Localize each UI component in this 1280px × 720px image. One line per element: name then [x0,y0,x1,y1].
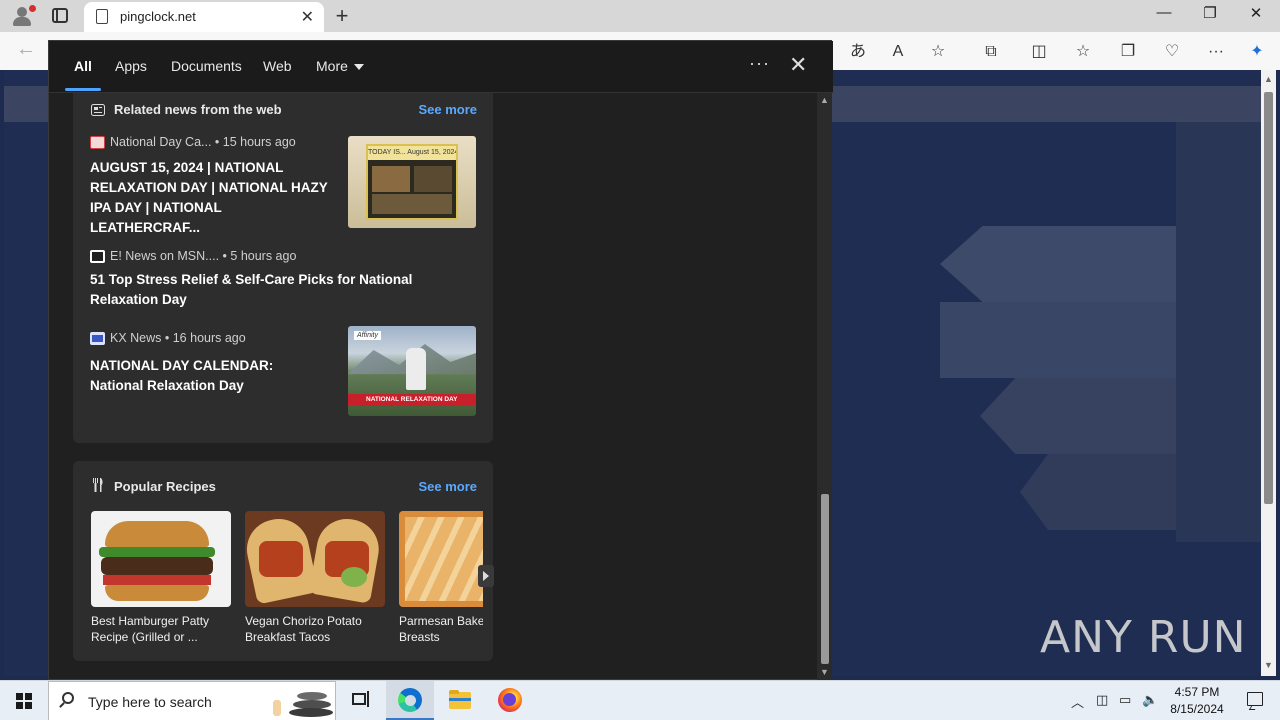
thumbnail-banner: NATIONAL RELAXATION DAY [348,394,476,406]
anyrun-watermark: ANY RUN [1040,612,1247,663]
search-flyout: All Apps Documents Web More ··· ✕ Relate… [48,40,833,680]
system-clock[interactable]: 4:57 PM 8/15/2024 [1160,684,1234,718]
clock-time: 4:57 PM [1174,685,1220,699]
page-icon [96,9,108,24]
recipe-name: Vegan Chorizo Potato Breakfast Tacos [245,614,362,644]
decorative-arrow [1020,454,1176,530]
new-tab-button[interactable]: + [332,3,352,29]
back-button[interactable]: ← [16,38,36,61]
carousel-next-button[interactable] [478,565,494,587]
news-headline[interactable]: 51 Top Stress Relief & Self-Care Picks f… [90,270,420,310]
recipe-name: Parmesan Baked Chicken Breasts [399,614,483,644]
collections-icon[interactable]: ❐ [1115,41,1141,63]
news-icon [91,103,105,116]
firefox-icon[interactable] [486,681,534,720]
volume-icon[interactable]: 🔈 [1142,692,1158,708]
news-see-more-link[interactable]: See more [418,102,477,117]
edge-taskbar-icon[interactable] [386,681,434,720]
news-item[interactable]: KX News • 16 hours ago NATIONAL DAY CALE… [90,326,490,424]
profile-avatar-icon[interactable] [10,5,36,27]
tab-strip: pingclock.net ✕ + — ❐ ✕ [0,0,1280,32]
news-source: National Day Ca... • 15 hours ago [110,135,296,149]
browser-essentials-icon[interactable]: ♡ [1159,41,1185,63]
clock-date: 8/15/2024 [1170,702,1224,716]
show-hidden-icons-icon[interactable]: ︿ [1071,692,1084,711]
news-thumbnail: TODAY IS... August 15, 2024 [348,136,476,228]
tab-documents[interactable]: Documents [171,58,242,74]
recipe-item[interactable]: Best Hamburger Patty Recipe (Grilled or … [91,511,231,645]
settings-more-icon[interactable]: ··· [1203,41,1229,63]
recipes-card: Popular Recipes See more Best Hamburger … [73,461,494,661]
taskbar: Type here to search ︿ ◫ ▭ 🔈 4:57 PM 8/15… [0,680,1280,720]
extensions-icon[interactable]: ⧉ [978,41,1004,63]
page-scrollbar-thumb[interactable] [1264,92,1273,504]
file-explorer-icon[interactable] [436,681,484,720]
thumbnail-logo: Affinity [354,331,382,340]
decorative-arrow [980,378,1176,454]
network-icon[interactable]: ▭ [1119,692,1131,708]
flyout-scrollbar[interactable]: ▲ ▼ [817,93,832,680]
news-headline[interactable]: NATIONAL DAY CALENDAR: National Relaxati… [90,356,330,396]
browser-tab[interactable]: pingclock.net ✕ [84,2,324,32]
read-aloud-icon[interactable]: A [885,41,911,63]
split-screen-icon[interactable]: ◫ [1026,41,1052,63]
flyout-scrollbar-thumb[interactable] [821,494,829,664]
news-item[interactable]: E! News on MSN.... • 5 hours ago 51 Top … [90,249,490,310]
close-window-button[interactable]: ✕ [1233,4,1279,22]
translate-icon[interactable]: あ [845,41,871,63]
news-headline[interactable]: AUGUST 15, 2024 | NATIONAL RELAXATION DA… [90,158,330,238]
news-thumbnail: Affinity NATIONAL RELAXATION DAY [348,326,476,416]
recipe-item[interactable]: Parmesan Baked Chicken Breasts [399,511,483,645]
copilot-icon[interactable]: ✦ [1244,41,1270,63]
restore-button[interactable]: ❐ [1187,4,1233,22]
recipe-image [399,511,483,607]
tab-title: pingclock.net [120,9,196,24]
search-highlight-image [267,686,333,718]
decorative-panel [1176,122,1261,542]
recipe-item[interactable]: Vegan Chorizo Potato Breakfast Tacos [245,511,385,645]
page-scrollbar[interactable]: ▲ ▼ [1261,70,1276,676]
search-icon [62,692,74,704]
favorite-star-icon[interactable]: ☆ [925,41,951,63]
taskbar-search-box[interactable]: Type here to search [48,681,336,720]
news-source: KX News • 16 hours ago [110,331,246,345]
news-card: Related news from the web See more Natio… [73,93,493,443]
meet-now-icon[interactable]: ◫ [1096,692,1108,708]
recipe-image [91,511,231,607]
news-source: E! News on MSN.... • 5 hours ago [110,249,297,263]
recipe-name: Best Hamburger Patty Recipe (Grilled or … [91,614,210,644]
tab-web[interactable]: Web [263,58,292,74]
search-tabs: All Apps Documents Web More ··· ✕ [49,41,833,93]
recipe-image [245,511,385,607]
close-tab-icon[interactable]: ✕ [301,7,314,27]
more-options-icon[interactable]: ··· [749,53,770,74]
tab-actions-icon[interactable] [52,8,68,23]
news-item[interactable]: National Day Ca... • 15 hours ago AUGUST… [90,135,490,235]
tab-apps[interactable]: Apps [115,58,147,74]
news-card-title: Related news from the web [114,102,282,117]
source-logo-icon [90,332,105,345]
favorites-icon[interactable]: ☆ [1070,41,1096,63]
tab-all[interactable]: All [74,58,92,74]
recipes-carousel: Best Hamburger Patty Recipe (Grilled or … [91,461,483,661]
notification-dot [29,5,36,12]
windows-start-icon[interactable] [16,693,32,709]
search-placeholder: Type here to search [88,694,212,710]
decorative-arrow [940,226,1176,302]
chevron-down-icon [353,64,364,71]
active-tab-indicator [65,88,101,91]
decorative-arrow [940,302,1176,378]
task-view-icon[interactable] [336,681,384,720]
source-logo-icon [90,136,105,149]
thumbnail-caption: TODAY IS... August 15, 2024 [368,146,456,160]
close-flyout-icon[interactable]: ✕ [789,52,807,78]
tab-more[interactable]: More [316,58,364,74]
source-logo-icon [90,250,105,263]
minimize-button[interactable]: — [1141,4,1187,21]
notifications-icon[interactable] [1232,681,1280,720]
